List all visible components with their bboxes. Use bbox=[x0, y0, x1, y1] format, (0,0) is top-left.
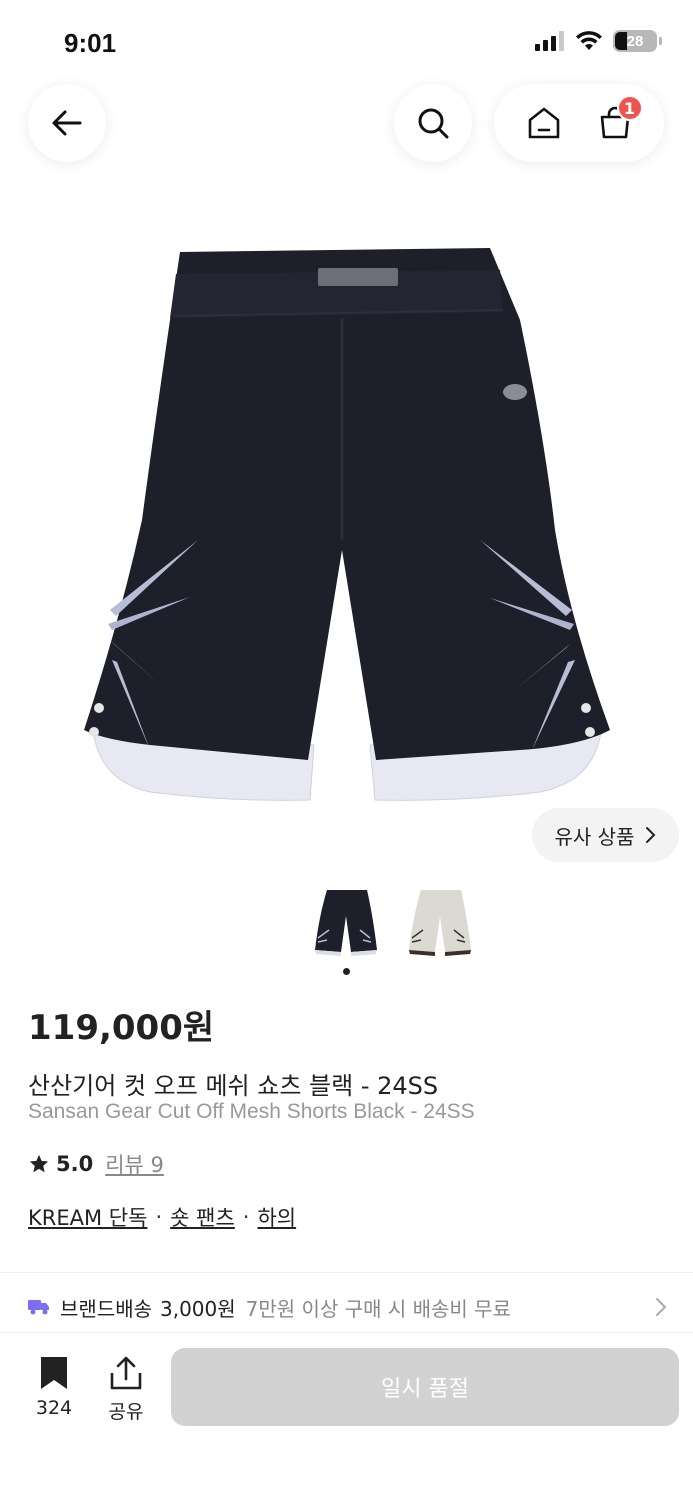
cart-badge: 1 bbox=[616, 95, 643, 121]
bookmark-count: 324 bbox=[35, 1397, 73, 1419]
bookmark-button[interactable]: 324 bbox=[26, 1355, 82, 1419]
tag-bottoms[interactable]: 하의 bbox=[257, 1202, 296, 1232]
category-tags: KREAM 단독 · 숏 팬츠 · 하의 bbox=[28, 1202, 296, 1232]
thumbnail-ivory[interactable] bbox=[404, 884, 476, 960]
rating-row: 5.0 리뷰 9 bbox=[28, 1149, 164, 1179]
tag-separator: · bbox=[155, 1205, 163, 1229]
bookmark-icon bbox=[41, 1357, 67, 1389]
share-button[interactable]: 공유 bbox=[98, 1355, 154, 1424]
home-button[interactable] bbox=[516, 95, 572, 151]
star-icon bbox=[29, 1154, 49, 1173]
delivery-truck-icon bbox=[28, 1300, 49, 1315]
chevron-right-icon bbox=[646, 827, 656, 843]
status-bar: 9:01 28 bbox=[0, 0, 693, 80]
back-button[interactable] bbox=[28, 84, 106, 162]
bottom-action-bar: 324 공유 일시 품절 bbox=[0, 1332, 693, 1500]
similar-products-button[interactable]: 유사 상품 bbox=[532, 808, 679, 862]
shipping-label: 브랜드배송 bbox=[60, 1296, 152, 1321]
nav-action-group: 1 bbox=[494, 84, 664, 162]
product-price: 119,000원 bbox=[28, 1008, 215, 1048]
thumbnail-black[interactable] bbox=[310, 884, 382, 960]
pager-dot bbox=[343, 968, 350, 975]
product-image[interactable] bbox=[70, 240, 623, 810]
back-arrow-icon bbox=[52, 110, 82, 136]
shipping-info-row[interactable]: 브랜드배송 3,000원 7만원 이상 구매 시 배송비 무료 bbox=[28, 1284, 668, 1330]
search-button[interactable] bbox=[394, 84, 472, 162]
home-icon bbox=[528, 107, 559, 139]
chevron-right-icon bbox=[656, 1298, 667, 1316]
wifi-icon bbox=[576, 31, 602, 50]
tag-kream-exclusive[interactable]: KREAM 단독 bbox=[28, 1202, 147, 1232]
status-icons: 28 bbox=[535, 30, 662, 52]
similar-products-label: 유사 상품 bbox=[554, 824, 635, 849]
rating-value: 5.0 bbox=[56, 1152, 94, 1176]
battery-level: 28 bbox=[626, 32, 644, 50]
status-time: 9:01 bbox=[64, 28, 117, 58]
color-thumbnails bbox=[310, 884, 476, 960]
shipping-note: 7만원 이상 구매 시 배송비 무료 bbox=[245, 1296, 511, 1321]
share-icon bbox=[110, 1356, 142, 1390]
product-name-korean: 산산기어 컷 오프 메쉬 쇼츠 블랙 - 24SS bbox=[28, 1072, 439, 1100]
tag-short-pants[interactable]: 숏 팬츠 bbox=[170, 1202, 235, 1232]
search-icon bbox=[418, 108, 449, 139]
tag-separator: · bbox=[242, 1205, 250, 1229]
shipping-price: 3,000원 bbox=[160, 1296, 236, 1321]
battery-icon: 28 bbox=[613, 30, 662, 52]
review-link[interactable]: 리뷰 9 bbox=[105, 1149, 164, 1179]
product-name-english: Sansan Gear Cut Off Mesh Shorts Black - … bbox=[28, 1100, 475, 1123]
shorts-illustration bbox=[84, 248, 610, 801]
share-label: 공유 bbox=[108, 1401, 144, 1423]
sold-out-button[interactable]: 일시 품절 bbox=[171, 1348, 679, 1426]
thumbnail-ivory-image bbox=[409, 890, 471, 956]
thumbnail-black-image bbox=[315, 890, 377, 956]
signal-icon bbox=[535, 31, 564, 51]
divider bbox=[0, 1272, 693, 1273]
cart-button[interactable]: 1 bbox=[587, 95, 643, 151]
